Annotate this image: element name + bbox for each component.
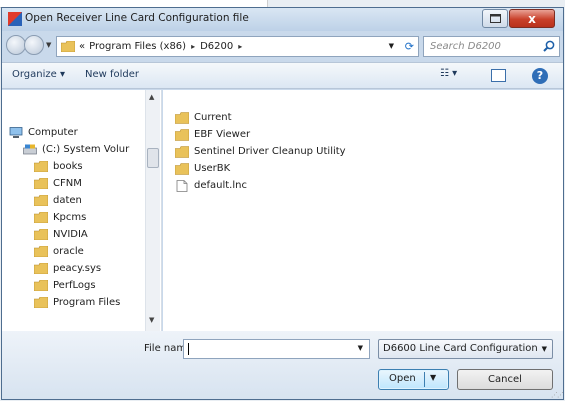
breadcrumb-overflow[interactable]: « [79,41,85,52]
change-view-icon[interactable]: ☷ ▾ [440,68,457,79]
tree-item-label: Program Files [53,297,121,308]
tree-item-folder[interactable]: CFNM [34,175,82,192]
tree-item-label: books [53,161,83,172]
tree-item-label: (C:) System Volur [42,144,130,155]
list-item-label: Sentinel Driver Cleanup Utility [194,146,346,157]
folder-icon [34,297,48,308]
folder-icon [34,246,48,257]
tree-item-label: CFNM [53,178,82,189]
tree-item-folder[interactable]: PerfLogs [34,277,96,294]
close-icon: x [528,11,536,26]
list-item[interactable]: Sentinel Driver Cleanup Utility [175,143,346,160]
list-item-label: default.lnc [194,180,247,191]
list-item-label: EBF Viewer [194,129,251,140]
chevron-down-icon: ▼ [541,345,547,353]
breadcrumb-separator[interactable]: ▸ [238,42,242,51]
scroll-thumb[interactable] [147,148,159,168]
tree-item-folder[interactable]: books [34,158,83,175]
scroll-up-icon[interactable]: ▲ [149,93,154,101]
search-input[interactable]: Search D6200 [423,36,560,57]
list-item[interactable]: EBF Viewer [175,126,250,143]
breadcrumb-item[interactable]: Program Files (x86) [89,41,186,52]
tree-item-folder[interactable]: Kpcms [34,209,86,226]
maximize-button[interactable] [482,9,508,28]
list-item[interactable]: UserBK [175,160,230,177]
file-list: Current EBF Viewer Sentinel Driver Clean… [163,90,563,331]
tree-item-system-volume[interactable]: (C:) System Volur [23,141,129,158]
folder-icon [34,161,48,172]
organize-menu[interactable]: Organize ▾ [12,69,65,80]
folder-icon [34,229,48,240]
breadcrumb-item[interactable]: D6200 [200,41,233,52]
tree-item-label: PerfLogs [53,280,96,291]
search-placeholder: Search D6200 [430,41,501,52]
tree-item-label: Kpcms [53,212,87,223]
forward-button[interactable] [24,35,44,55]
list-item[interactable]: default.lnc [175,177,247,194]
open-button[interactable]: Open ▼ [378,369,449,390]
drive-icon [23,144,37,155]
tree-item-label: Computer [28,127,78,138]
scroll-down-icon[interactable]: ▼ [149,316,154,324]
app-icon [8,12,22,26]
list-item-label: UserBK [194,163,231,174]
navigation-bar: ▼ « Program Files (x86) ▸ D6200 ▸ ▼ ⟳ Se… [2,32,563,62]
folder-icon [175,111,189,124]
navigation-scrollbar[interactable]: ▲ ▼ [145,90,160,331]
address-bar[interactable]: « Program Files (x86) ▸ D6200 ▸ ▼ ⟳ [56,36,419,57]
file-type-select[interactable]: D6600 Line Card Configuration ▼ [378,339,553,359]
tree-item-folder[interactable]: oracle [34,243,84,260]
back-button[interactable] [6,35,26,55]
maximize-icon [489,14,501,23]
text-caret [188,343,189,355]
navigation-pane: Computer (C:) System Volur books CFNM da… [2,90,162,331]
window-title: Open Receiver Line Card Configuration fi… [25,12,249,24]
file-icon [176,179,188,192]
folder-icon [34,178,48,189]
close-button[interactable]: x [509,9,555,28]
resize-grip-icon[interactable]: ⋰⋰ [551,391,564,399]
tree-item-label: NVIDIA [53,229,88,240]
preview-pane-icon[interactable] [491,69,506,82]
folder-icon [34,263,48,274]
folder-icon [175,162,189,175]
search-icon [543,40,555,52]
address-dropdown-icon[interactable]: ▼ [389,42,394,50]
tree-item-folder[interactable]: Program Files [34,294,120,311]
list-item-label: Current [194,112,232,123]
open-button-label: Open [389,373,416,384]
dialog-footer: File name: ▼ D6600 Line Card Configurati… [2,331,564,399]
open-options-icon[interactable]: ▼ [430,373,436,382]
split-divider [424,372,425,387]
recent-locations-dropdown[interactable]: ▼ [46,41,51,49]
file-name-input[interactable]: ▼ [183,339,370,359]
cancel-button[interactable]: Cancel [457,369,553,390]
title-bar[interactable]: Open Receiver Line Card Configuration fi… [2,8,563,31]
chevron-down-icon[interactable]: ▼ [358,344,363,352]
tree-item-label: peacy.sys [53,263,102,274]
folder-icon [34,195,48,206]
help-icon[interactable]: ? [532,68,548,84]
refresh-icon[interactable]: ⟳ [405,40,414,53]
tree-item-computer[interactable]: Computer [9,124,78,141]
file-type-value: D6600 Line Card Configuration [383,343,538,354]
tree-item-folder[interactable]: daten [34,192,82,209]
folder-icon [61,41,75,52]
list-item[interactable]: Current [175,109,232,126]
open-file-dialog: Open Receiver Line Card Configuration fi… [1,7,564,400]
folder-icon [34,280,48,291]
folder-icon [34,212,48,223]
tree-item-folder[interactable]: NVIDIA [34,226,88,243]
tree-item-folder[interactable]: peacy.sys [34,260,101,277]
new-folder-button[interactable]: New folder [85,69,139,80]
tree-item-label: daten [53,195,82,206]
folder-icon [175,145,189,158]
command-toolbar: Organize ▾ New folder ☷ ▾ ? [2,62,563,89]
tree-item-label: oracle [53,246,84,257]
computer-icon [9,127,23,138]
breadcrumb-separator[interactable]: ▸ [191,42,195,51]
folder-icon [175,128,189,141]
